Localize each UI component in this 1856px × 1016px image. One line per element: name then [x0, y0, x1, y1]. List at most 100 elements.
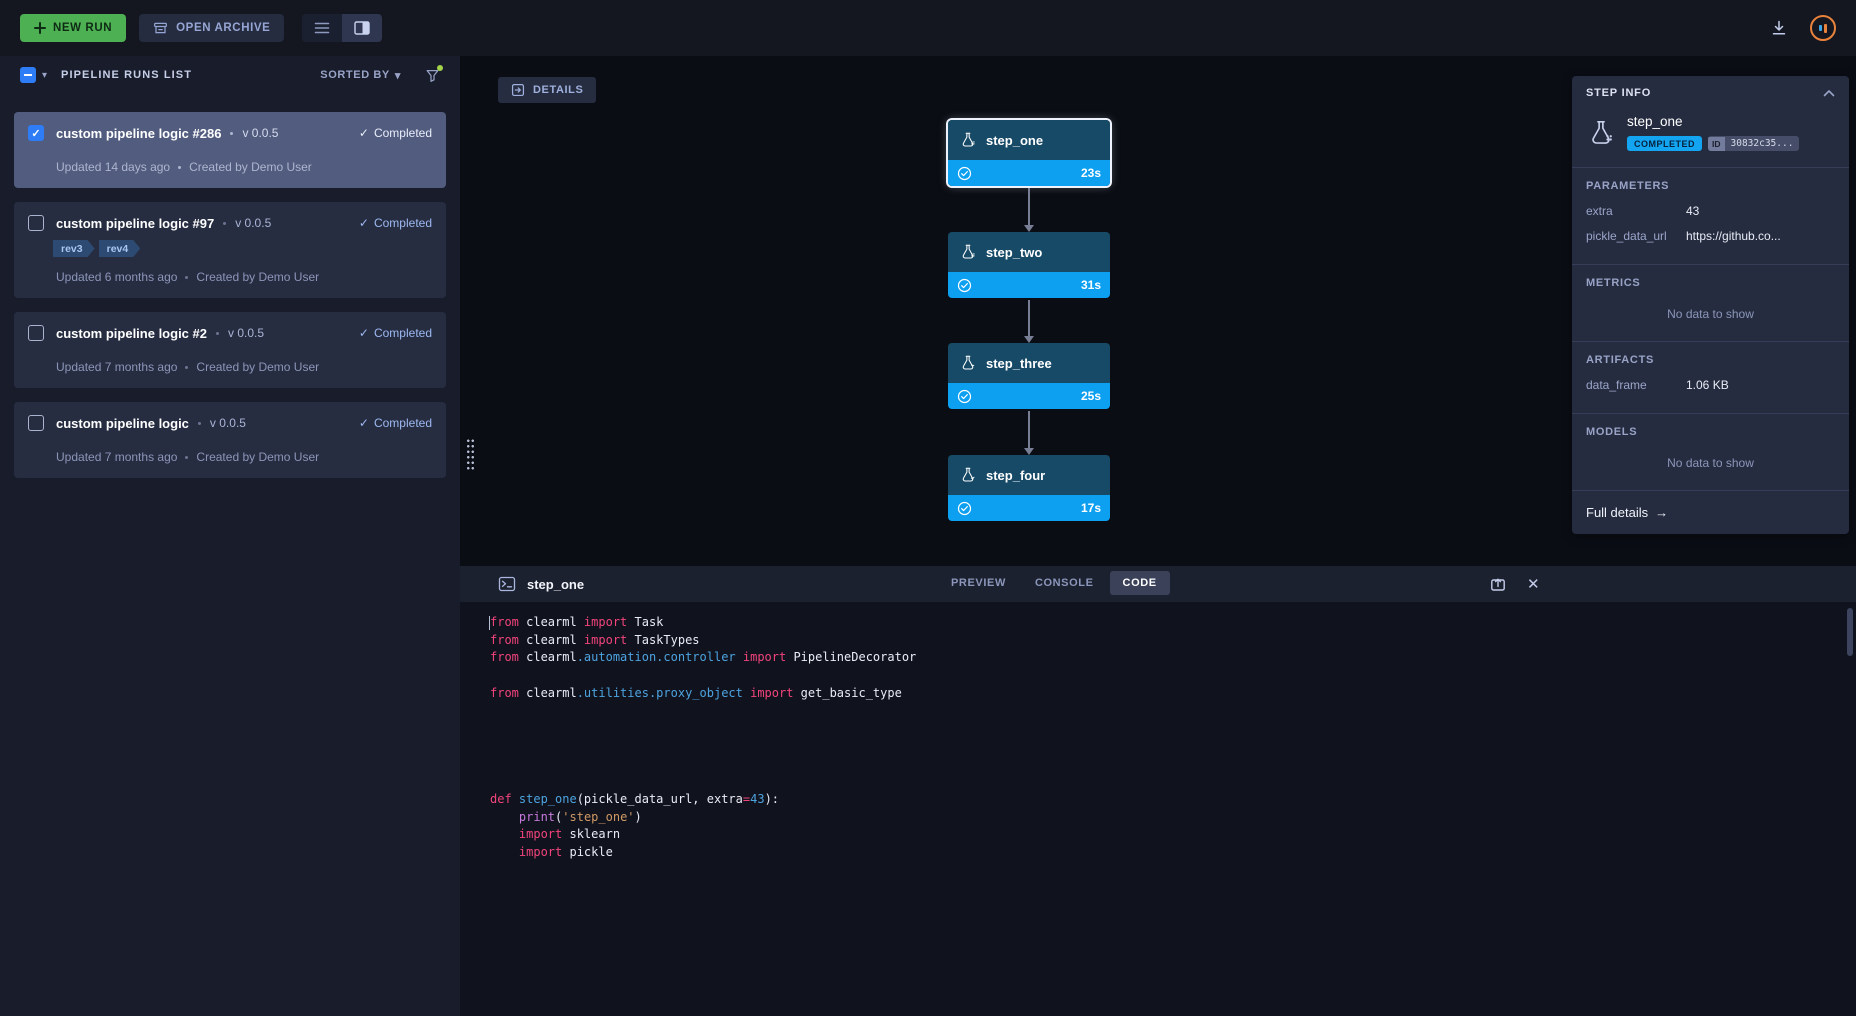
- run-status: ✓ Completed: [359, 216, 432, 230]
- panel-resize-handle[interactable]: [466, 438, 475, 472]
- graph-edge: [1028, 300, 1030, 337]
- details-icon: [511, 83, 525, 97]
- collapse-icon[interactable]: [1823, 89, 1835, 97]
- status-check-icon: [957, 389, 972, 404]
- run-card[interactable]: custom pipeline logic #2 v 0.0.5 ✓ Compl…: [14, 312, 446, 388]
- code-scrollbar[interactable]: [1847, 608, 1853, 656]
- view-toggle: [302, 14, 382, 42]
- status-badge: COMPLETED: [1627, 136, 1702, 151]
- graph-node-step-two[interactable]: step_two 31s: [948, 232, 1110, 298]
- run-tags: rev3 rev4: [53, 240, 432, 257]
- separator-dot: [185, 366, 188, 369]
- graph-edge: [1028, 411, 1030, 449]
- run-title: custom pipeline logic #286: [56, 126, 221, 141]
- run-checkbox[interactable]: [28, 215, 44, 231]
- step-info-panel: STEP INFO step_one COMPLETED ID: [1572, 76, 1849, 534]
- runs-list-header: ▾ PIPELINE RUNS LIST SORTED BY ▾: [0, 56, 460, 94]
- code-line: [490, 720, 1856, 738]
- text-caret: [489, 616, 490, 630]
- details-button[interactable]: DETAILS: [498, 77, 596, 103]
- tag[interactable]: rev3: [53, 240, 95, 257]
- chevron-down-icon[interactable]: ▾: [42, 70, 47, 81]
- run-card[interactable]: ✓ custom pipeline logic #286 v 0.0.5 ✓ C…: [14, 112, 446, 188]
- tag[interactable]: rev4: [99, 240, 141, 257]
- code-line: print('step_one'): [490, 809, 1856, 827]
- code-content[interactable]: from clearml import Taskfrom clearml imp…: [460, 602, 1856, 862]
- flask-icon: [959, 466, 977, 484]
- sorted-by-dropdown[interactable]: SORTED BY ▾: [320, 69, 401, 82]
- chevron-down-icon: ▾: [395, 69, 401, 82]
- tab-preview[interactable]: PREVIEW: [938, 571, 1019, 595]
- code-line: from clearml.utilities.proxy_object impo…: [490, 685, 1856, 703]
- node-runtime: 23s: [1081, 166, 1101, 180]
- parameters-section: PARAMETERS extra 43 pickle_data_url http…: [1572, 167, 1849, 264]
- run-title: custom pipeline logic #97: [56, 216, 214, 231]
- full-details-link[interactable]: Full details →: [1572, 490, 1849, 534]
- separator-dot: [185, 456, 188, 459]
- run-checkbox[interactable]: [28, 325, 44, 341]
- code-panel: step_one PREVIEW CONSOLE CODE ✕ from cle…: [460, 566, 1856, 1016]
- code-panel-title: step_one: [527, 577, 584, 592]
- code-panel-header: step_one PREVIEW CONSOLE CODE ✕: [460, 566, 1856, 602]
- profile-avatar[interactable]: [1810, 15, 1836, 41]
- code-panel-tabs: PREVIEW CONSOLE CODE: [938, 571, 1170, 595]
- run-status: ✓ Completed: [359, 126, 432, 140]
- topbar: NEW RUN OPEN ARCHIVE: [0, 0, 1856, 56]
- run-checkbox[interactable]: ✓: [28, 125, 44, 141]
- flask-icon: [959, 131, 977, 149]
- run-meta: Updated 14 days ago Created by Demo User: [56, 160, 432, 174]
- check-icon: ✓: [359, 416, 369, 430]
- split-view-button[interactable]: [342, 14, 382, 42]
- select-all-checkbox[interactable]: [20, 67, 36, 83]
- run-version: v 0.0.5: [210, 416, 246, 430]
- separator-dot: [185, 276, 188, 279]
- code-line: [490, 756, 1856, 774]
- code-line: def step_one(pickle_data_url, extra=43):: [490, 791, 1856, 809]
- code-line: from clearml import TaskTypes: [490, 632, 1856, 650]
- run-card[interactable]: custom pipeline logic #97 v 0.0.5 ✓ Comp…: [14, 202, 446, 298]
- run-title: custom pipeline logic #2: [56, 326, 207, 341]
- plus-icon: [34, 22, 46, 34]
- new-run-button[interactable]: NEW RUN: [20, 14, 126, 42]
- separator-dot: [223, 222, 226, 225]
- code-line: import pickle: [490, 844, 1856, 862]
- close-icon[interactable]: ✕: [1527, 575, 1540, 593]
- status-check-icon: [957, 278, 972, 293]
- parameter-row: pickle_data_url https://github.co...: [1586, 229, 1835, 243]
- tab-console[interactable]: CONSOLE: [1022, 571, 1107, 595]
- step-id-badge[interactable]: ID 30832c35...: [1708, 136, 1799, 151]
- tab-code[interactable]: CODE: [1110, 571, 1170, 595]
- download-icon[interactable]: [1770, 19, 1788, 37]
- status-check-icon: [957, 166, 972, 181]
- open-archive-button[interactable]: OPEN ARCHIVE: [139, 14, 284, 42]
- run-checkbox[interactable]: [28, 415, 44, 431]
- graph-node-step-three[interactable]: step_three 25s: [948, 343, 1110, 409]
- flask-icon: [959, 243, 977, 261]
- new-run-label: NEW RUN: [53, 22, 112, 34]
- runs-list: ✓ custom pipeline logic #286 v 0.0.5 ✓ C…: [0, 94, 460, 478]
- filter-active-dot: [437, 65, 443, 71]
- open-archive-label: OPEN ARCHIVE: [176, 22, 270, 34]
- expand-panel-icon[interactable]: [1490, 576, 1506, 592]
- arrow-right-icon: →: [1655, 505, 1668, 520]
- run-meta: Updated 7 months ago Created by Demo Use…: [56, 450, 432, 464]
- flask-icon: [959, 354, 977, 372]
- separator-dot: [230, 132, 233, 135]
- filter-icon[interactable]: [425, 68, 440, 83]
- code-line: from clearml.automation.controller impor…: [490, 649, 1856, 667]
- graph-node-step-four[interactable]: step_four 17s: [948, 455, 1110, 521]
- graph-node-step-one[interactable]: step_one 23s: [948, 120, 1110, 186]
- table-view-button[interactable]: [302, 14, 342, 42]
- flask-icon: [1586, 118, 1616, 148]
- code-line: [490, 773, 1856, 791]
- run-card[interactable]: custom pipeline logic v 0.0.5 ✓ Complete…: [14, 402, 446, 478]
- pipeline-graph: DETAILS step_one 23s: [460, 56, 1856, 566]
- node-runtime: 25s: [1081, 389, 1101, 403]
- step-name: step_one: [1627, 114, 1799, 129]
- check-icon: ✓: [359, 126, 369, 140]
- archive-icon: [153, 21, 168, 36]
- run-meta: Updated 6 months ago Created by Demo Use…: [56, 270, 432, 284]
- terminal-icon: [498, 575, 516, 593]
- graph-edge: [1028, 188, 1030, 226]
- node-runtime: 17s: [1081, 501, 1101, 515]
